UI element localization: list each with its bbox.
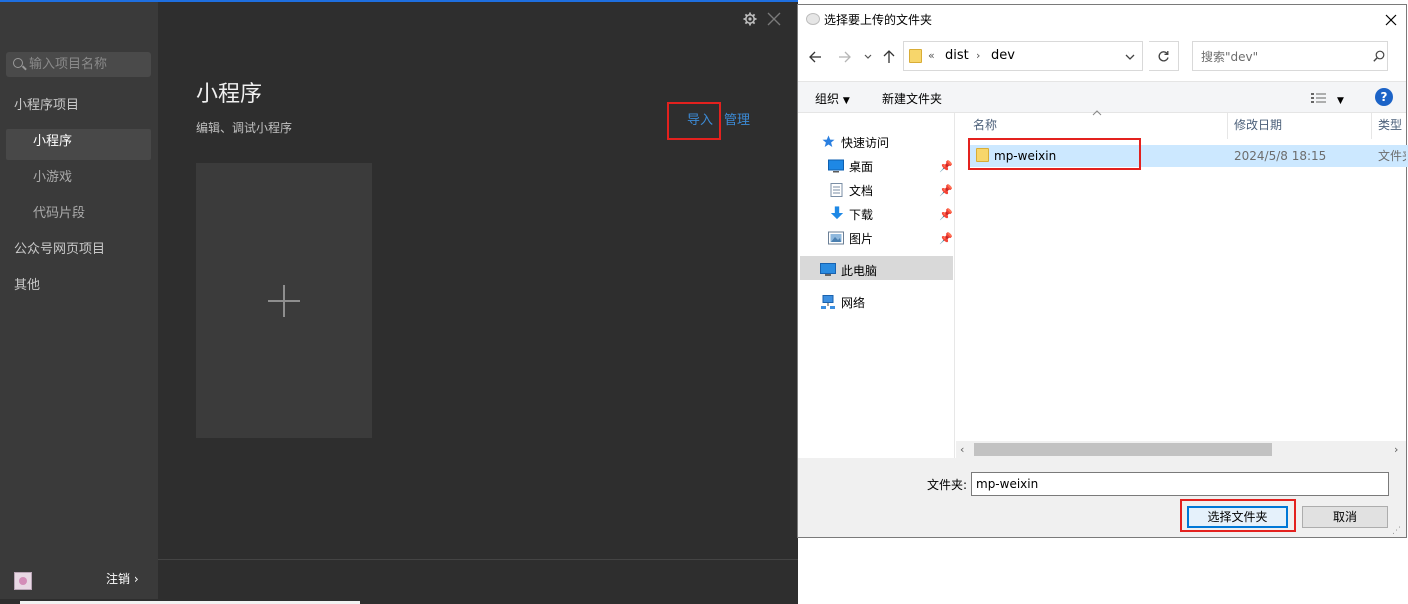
search-icon <box>13 58 23 68</box>
nav-pictures[interactable]: 图片 <box>849 231 873 247</box>
organize-menu[interactable]: 组织 ▼ <box>815 91 850 109</box>
search-placeholder: 搜索"dev" <box>1201 50 1259 64</box>
select-button-highlight-box <box>1180 499 1296 532</box>
folder-name-input[interactable]: mp-weixin <box>971 472 1389 496</box>
search-icon <box>1373 50 1385 62</box>
search-placeholder: 输入项目名称 <box>29 57 108 72</box>
footer-divider <box>158 559 798 560</box>
folder-field-label: 文件夹: <box>927 478 968 492</box>
plus-icon-vertical <box>283 285 285 317</box>
back-arrow-icon[interactable] <box>808 50 822 64</box>
page-title: 小程序 <box>196 82 263 107</box>
nav-network[interactable]: 网络 <box>841 295 865 311</box>
logout-button[interactable]: 注销 › <box>106 570 139 588</box>
documents-icon <box>830 183 843 197</box>
network-icon <box>821 295 835 309</box>
sidebar-item-official-account-web[interactable]: 公众号网页项目 <box>14 241 105 259</box>
pin-icon: 📌 <box>939 208 953 221</box>
breadcrumb-dist[interactable]: dist <box>945 48 969 64</box>
new-folder-button[interactable]: 新建文件夹 <box>882 91 942 107</box>
command-bar: 组织 ▼ 新建文件夹 ▼ ? <box>798 81 1406 113</box>
row-highlight-box <box>968 138 1141 170</box>
chevron-right-icon: › <box>133 572 139 586</box>
import-highlight-box <box>667 102 721 140</box>
sidebar-item-code-snippets[interactable]: 代码片段 <box>33 205 85 223</box>
help-icon[interactable]: ? <box>1375 88 1393 106</box>
pin-icon: 📌 <box>939 232 953 245</box>
sidebar-item-minigame[interactable]: 小游戏 <box>33 169 72 187</box>
breadcrumb-overflow[interactable]: « <box>928 48 935 64</box>
folder-search-input[interactable]: 搜索"dev" <box>1192 41 1388 71</box>
chevron-right-icon: › <box>976 49 981 62</box>
nav-documents[interactable]: 文档 <box>849 183 873 199</box>
page-subtitle: 编辑、调试小程序 <box>196 121 293 135</box>
column-divider[interactable] <box>1371 113 1372 139</box>
close-icon[interactable] <box>1384 13 1398 27</box>
dialog-title: 选择要上传的文件夹 <box>824 13 933 27</box>
devtools-window: 输入项目名称 小程序项目 小程序 小游戏 代码片段 公众号网页项目 其他 注销 … <box>0 0 798 604</box>
up-arrow-icon[interactable] <box>882 49 896 64</box>
sidebar-item-other[interactable]: 其他 <box>14 277 40 295</box>
sidebar-item-miniprogram[interactable]: 小程序 <box>33 133 72 151</box>
pictures-icon <box>828 231 844 245</box>
nav-quick-access[interactable]: 快速访问 <box>841 135 889 151</box>
resize-grip-icon[interactable]: ⋰ <box>1392 526 1401 536</box>
manage-link[interactable]: 管理 <box>724 112 750 130</box>
this-pc-icon <box>820 263 836 276</box>
nav-downloads[interactable]: 下载 <box>849 207 873 223</box>
row-date: 2024/5/8 18:15 <box>1234 149 1327 163</box>
dialog-footer: 文件夹: mp-weixin 选择文件夹 取消 ⋰ <box>798 458 1406 537</box>
pin-icon: 📌 <box>939 184 953 197</box>
gear-icon[interactable] <box>743 12 757 26</box>
quick-access-star-icon <box>822 135 835 147</box>
column-header-name[interactable]: 名称 <box>973 117 997 133</box>
address-dropdown-icon[interactable] <box>1125 54 1135 61</box>
navigation-pane: 快速访问 桌面 📌 文档 📌 下载 📌 图片 📌 此电脑 网络 <box>798 113 955 458</box>
project-search-input[interactable]: 输入项目名称 <box>6 52 151 77</box>
refresh-icon <box>1158 51 1169 62</box>
user-avatar[interactable] <box>14 572 32 590</box>
row-type: 文件夹 <box>1378 149 1406 163</box>
view-dropdown-icon[interactable]: ▼ <box>1337 93 1344 109</box>
organize-label: 组织 <box>815 92 840 106</box>
refresh-button[interactable] <box>1149 41 1179 71</box>
nav-this-pc[interactable]: 此电脑 <box>841 263 877 279</box>
sidebar-item-miniprogram-projects[interactable]: 小程序项目 <box>14 97 79 115</box>
view-options-icon[interactable] <box>1311 92 1327 104</box>
folder-icon <box>909 49 922 63</box>
downloads-icon <box>830 206 844 220</box>
breadcrumb-dev[interactable]: dev <box>991 48 1015 64</box>
scroll-left-icon[interactable]: ‹ <box>960 442 964 457</box>
forward-arrow-icon[interactable] <box>838 50 852 64</box>
logout-label: 注销 <box>106 572 131 586</box>
column-header-type[interactable]: 类型 <box>1378 117 1402 133</box>
scrollbar-thumb[interactable] <box>974 443 1272 456</box>
scroll-right-icon[interactable]: › <box>1394 442 1398 457</box>
taskbar-strip <box>0 599 798 604</box>
address-bar[interactable]: « dist › dev <box>903 41 1143 71</box>
app-icon <box>806 13 820 25</box>
nav-desktop[interactable]: 桌面 <box>849 159 873 175</box>
sidebar: 输入项目名称 小程序项目 小程序 小游戏 代码片段 公众号网页项目 其他 <box>0 2 158 604</box>
sidebar-active-bg <box>6 129 151 160</box>
horizontal-scrollbar[interactable]: ‹ › <box>956 441 1406 458</box>
column-divider[interactable] <box>1227 113 1228 139</box>
pin-icon: 📌 <box>939 160 953 173</box>
sort-ascending-icon <box>1092 110 1102 116</box>
dropdown-triangle-icon: ▼ <box>842 96 850 106</box>
close-icon[interactable] <box>767 12 781 26</box>
folder-picker-dialog: 选择要上传的文件夹 « dist › dev 搜索"dev" 组织 ▼ 新建文件… <box>797 4 1408 538</box>
cancel-button[interactable]: 取消 <box>1302 506 1388 528</box>
recent-locations-chevron-icon[interactable] <box>864 53 872 61</box>
desktop-icon <box>828 159 844 173</box>
column-header-date[interactable]: 修改日期 <box>1234 117 1282 133</box>
